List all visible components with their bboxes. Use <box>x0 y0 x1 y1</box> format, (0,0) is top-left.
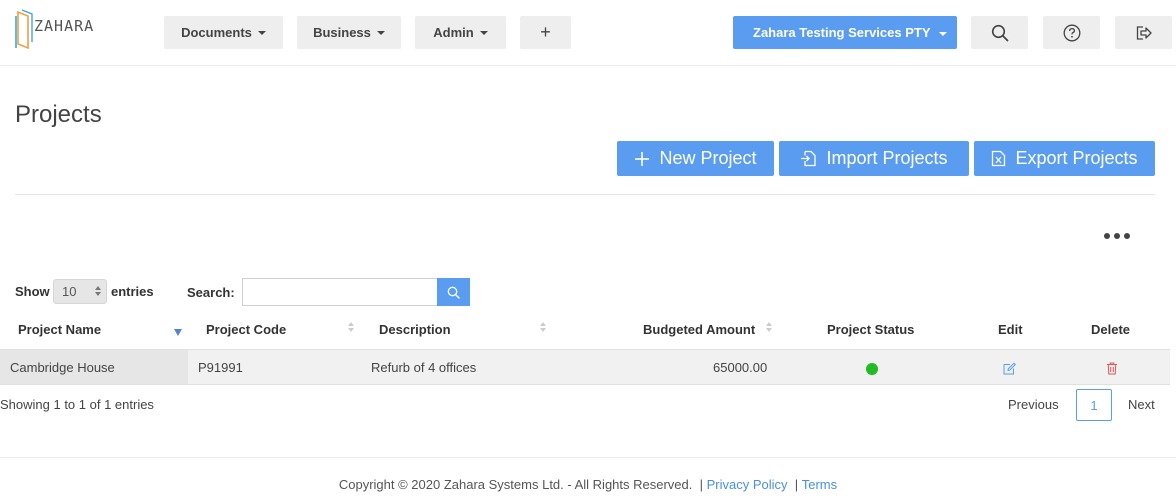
dot <box>1104 233 1110 239</box>
caret-down-icon <box>257 31 266 35</box>
section-divider <box>15 194 1155 195</box>
pagination-next[interactable]: Next <box>1128 397 1155 412</box>
pagination-previous[interactable]: Previous <box>1008 397 1059 412</box>
plus-icon: + <box>540 22 551 42</box>
dot <box>1114 233 1120 239</box>
copyright-text: Copyright © 2020 Zahara Systems Ltd. - A… <box>338 477 693 492</box>
entries-label: entries <box>111 284 154 299</box>
admin-menu-label: Admin <box>433 25 474 40</box>
more-options-icon[interactable] <box>1104 233 1140 243</box>
caret-down-icon <box>376 31 385 35</box>
column-header-project-status: Project Status <box>827 322 915 337</box>
table-row <box>0 349 1170 385</box>
company-selector-button[interactable]: Zahara Testing Services PTY <box>733 16 957 49</box>
company-name: Zahara Testing Services PTY <box>753 25 931 40</box>
table-search-button[interactable] <box>437 278 470 306</box>
column-header-edit: Edit <box>998 322 1023 337</box>
add-menu-button[interactable]: + <box>520 16 571 49</box>
import-projects-button[interactable]: Import Projects <box>779 141 969 176</box>
zahara-logo[interactable]: ZAHARA <box>14 6 104 54</box>
export-projects-label: Export Projects <box>1015 148 1138 168</box>
column-header-delete: Delete <box>1091 322 1131 337</box>
sort-icon <box>540 322 546 332</box>
logo-text: ZAHARA <box>34 17 95 35</box>
cell-project-code: P91991 <box>198 360 243 375</box>
search-label: Search: <box>187 285 235 300</box>
sort-icon <box>766 322 772 332</box>
search-button[interactable] <box>971 16 1028 49</box>
documents-menu-button[interactable]: Documents <box>164 16 283 49</box>
business-menu-button[interactable]: Business <box>297 16 401 49</box>
new-project-button[interactable]: New Project <box>617 141 774 176</box>
pagination-page-1[interactable]: 1 <box>1076 389 1112 421</box>
select-arrows-icon <box>95 286 101 296</box>
plus-icon <box>635 151 650 166</box>
new-project-label: New Project <box>659 148 757 168</box>
terms-link[interactable]: Terms <box>802 477 837 492</box>
top-navigation-bar: ZAHARA Documents Business Admin + Zahara… <box>0 0 1176 66</box>
edit-icon[interactable] <box>1003 362 1016 375</box>
export-projects-button[interactable]: Export Projects <box>974 141 1155 176</box>
help-button[interactable] <box>1043 16 1100 49</box>
show-label: Show <box>15 284 50 299</box>
search-icon <box>447 286 460 299</box>
table-search-input[interactable] <box>242 278 438 306</box>
import-projects-label: Import Projects <box>826 148 948 168</box>
question-circle-icon <box>1063 24 1080 41</box>
cell-project-name: Cambridge House <box>10 360 115 375</box>
trash-icon[interactable] <box>1106 362 1118 375</box>
column-header-project-code[interactable]: Project Code <box>206 322 286 337</box>
table-info: Showing 1 to 1 of 1 entries <box>0 397 154 412</box>
cell-description: Refurb of 4 offices <box>371 360 477 375</box>
documents-menu-label: Documents <box>181 25 252 40</box>
page-footer: Copyright © 2020 Zahara Systems Ltd. - A… <box>338 477 838 492</box>
privacy-policy-link[interactable]: Privacy Policy <box>707 477 788 492</box>
sign-out-icon <box>1136 25 1152 40</box>
column-header-description[interactable]: Description <box>379 322 451 337</box>
project-status-indicator <box>866 363 878 375</box>
cell-budgeted-amount: 65000.00 <box>713 360 768 375</box>
file-excel-icon <box>992 150 1006 167</box>
entries-length-value: 10 <box>62 284 77 299</box>
admin-menu-button[interactable]: Admin <box>415 16 506 49</box>
file-import-icon <box>801 150 817 167</box>
sort-icon <box>348 322 354 332</box>
caret-down-icon <box>479 31 488 35</box>
search-icon <box>991 24 1008 41</box>
business-menu-label: Business <box>313 25 371 40</box>
sort-descending-icon <box>174 329 182 336</box>
logout-button[interactable] <box>1115 16 1172 49</box>
entries-length-select[interactable]: 10 <box>53 279 107 304</box>
caret-down-icon <box>939 32 947 36</box>
column-header-project-name[interactable]: Project Name <box>18 322 101 337</box>
column-header-budgeted-amount[interactable]: Budgeted Amount <box>643 322 755 337</box>
dot <box>1124 233 1130 239</box>
footer-divider <box>0 457 1176 458</box>
page-title: Projects <box>15 101 102 128</box>
